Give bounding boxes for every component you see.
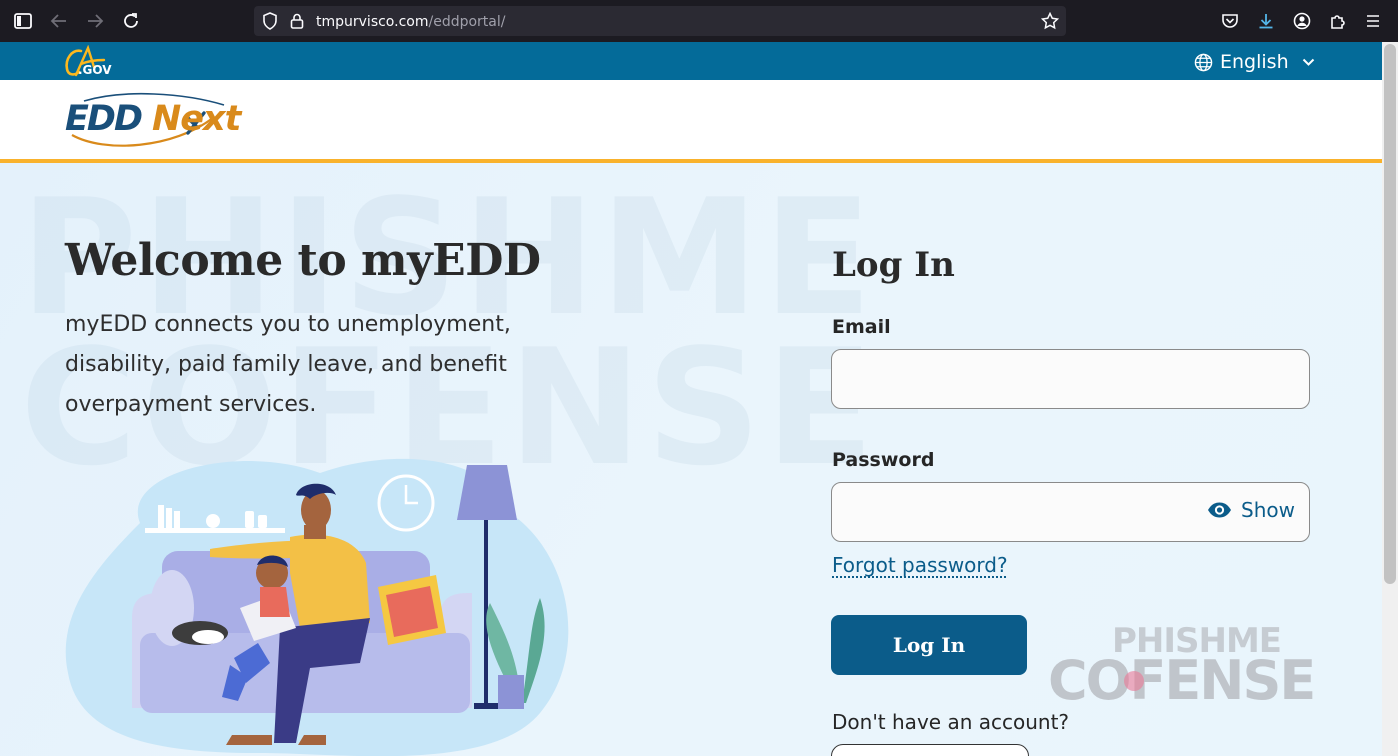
- forgot-password-link[interactable]: Forgot password?: [832, 553, 1008, 577]
- welcome-description: myEDD connects you to unemployment, disa…: [65, 312, 511, 417]
- cofense-dot-icon: [1124, 671, 1144, 691]
- menu-icon[interactable]: [1363, 11, 1383, 31]
- address-bar[interactable]: tmpurvisco.com/eddportal/: [254, 6, 1066, 36]
- no-account-text: Don't have an account?: [832, 710, 1070, 734]
- edd-next-logo[interactable]: EDD Next: [64, 91, 244, 147]
- chevron-down-icon: [1302, 58, 1315, 67]
- globe-icon: [1194, 53, 1213, 72]
- account-icon[interactable]: [1292, 11, 1312, 31]
- site-header: EDD Next: [0, 80, 1382, 159]
- show-password-label: Show: [1241, 498, 1295, 522]
- create-account-button[interactable]: [831, 744, 1029, 756]
- language-label: English: [1220, 51, 1289, 73]
- main-content: PHISHME COFENSE Welcome to myEDD myEDD co…: [0, 163, 1382, 756]
- shield-icon[interactable]: [260, 11, 280, 31]
- forward-icon[interactable]: [85, 11, 105, 31]
- language-selector[interactable]: English: [1194, 51, 1315, 73]
- browser-toolbar: tmpurvisco.com/eddportal/: [0, 0, 1398, 42]
- cofense-watermark: PHISHME COFENSE: [1048, 621, 1332, 712]
- ca-gov-logo-text: .GOV: [78, 63, 112, 77]
- back-icon[interactable]: [49, 11, 69, 31]
- login-title: Log In: [832, 245, 955, 285]
- url-path: /eddportal/: [428, 14, 506, 30]
- sidebar-icon[interactable]: [13, 11, 33, 31]
- lock-icon[interactable]: [287, 11, 307, 31]
- reload-icon[interactable]: [121, 11, 141, 31]
- email-label: Email: [832, 316, 891, 338]
- next-logo-text: Next: [152, 99, 241, 139]
- welcome-title: Welcome to myEDD: [65, 235, 541, 286]
- password-label: Password: [832, 449, 935, 471]
- url-domain: tmpurvisco.com: [316, 14, 429, 30]
- pocket-icon[interactable]: [1220, 11, 1240, 31]
- url-text: tmpurvisco.com/eddportal/: [316, 14, 505, 30]
- star-icon[interactable]: [1040, 11, 1060, 31]
- ca-gov-logo[interactable]: .GOV: [64, 44, 116, 79]
- show-password-button[interactable]: Show: [1206, 498, 1295, 522]
- eye-icon: [1206, 501, 1233, 519]
- login-button[interactable]: Log In: [831, 615, 1027, 675]
- download-icon[interactable]: [1256, 11, 1276, 31]
- scrollbar-thumb[interactable]: [1384, 44, 1396, 584]
- extensions-icon[interactable]: [1328, 11, 1348, 31]
- edd-logo-text: EDD: [65, 99, 143, 139]
- ca-gov-bar: .GOV English: [0, 42, 1382, 80]
- email-field[interactable]: [831, 349, 1310, 409]
- family-illustration: [60, 453, 580, 756]
- cofense-text: COFENSE: [1048, 649, 1316, 712]
